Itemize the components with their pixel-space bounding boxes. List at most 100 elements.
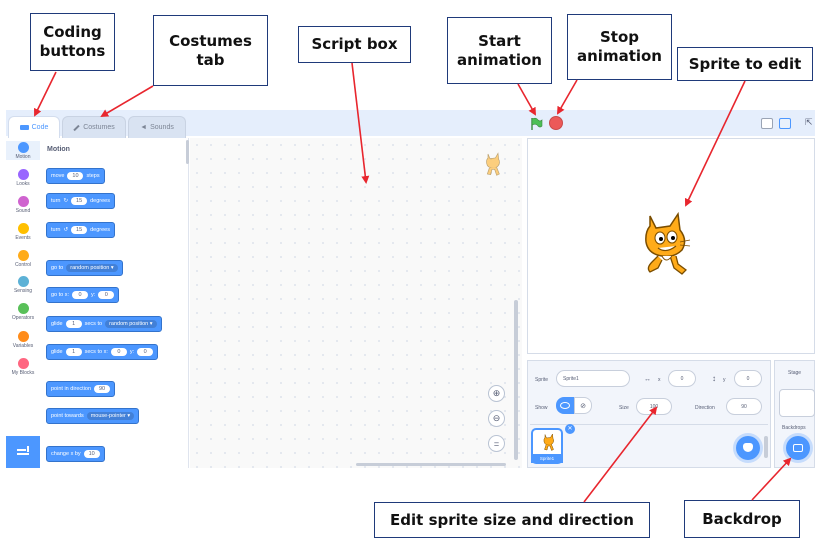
zoom-out-button[interactable]: ⊖ xyxy=(488,410,505,427)
sprite-thumbnail[interactable]: Sprite1 xyxy=(531,428,563,464)
block-text: glide xyxy=(51,321,63,327)
block-move-steps[interactable]: move 10 steps xyxy=(46,168,105,184)
add-sprite-button[interactable] xyxy=(736,436,760,460)
block-go-to[interactable]: go to random position ▾ xyxy=(46,260,123,276)
annotation-text: animation xyxy=(577,47,662,65)
sprite-name-field[interactable]: Sprite1 xyxy=(556,370,630,387)
zoom-in-button[interactable]: ⊕ xyxy=(488,385,505,402)
y-field[interactable]: 0 xyxy=(734,370,762,387)
category-control[interactable]: Control xyxy=(6,250,40,268)
block-glide-xy[interactable]: glide 1 secs to x: 0 y: 0 xyxy=(46,344,159,360)
script-area[interactable] xyxy=(190,138,522,468)
show-label: Show xyxy=(535,405,548,411)
category-label: Operators xyxy=(11,315,35,321)
dropdown-value: random position xyxy=(70,265,110,271)
annotation-costumes-tab: Costumes tab xyxy=(153,15,268,86)
block-input[interactable]: 15 xyxy=(71,197,88,205)
annotation-text: Coding xyxy=(43,23,102,41)
trash-icon: ✕ xyxy=(567,426,573,432)
annotation-text: buttons xyxy=(39,42,106,60)
show-hidden-button[interactable]: ⊘ xyxy=(574,397,592,414)
large-stage-button[interactable] xyxy=(779,118,791,129)
script-scrollbar-vertical[interactable] xyxy=(514,300,518,460)
small-stage-button[interactable] xyxy=(761,118,773,129)
palette-scrollbar[interactable] xyxy=(186,140,189,164)
block-glide-to[interactable]: glide 1 secs to random position ▾ xyxy=(46,316,162,332)
block-point-towards[interactable]: point towards mouse-pointer ▾ xyxy=(46,408,140,424)
category-events[interactable]: Events xyxy=(6,223,40,241)
category-operators[interactable]: Operators xyxy=(6,303,40,321)
block-text: y: xyxy=(91,292,96,298)
block-input[interactable]: 0 xyxy=(110,348,127,356)
block-input[interactable]: 1 xyxy=(65,320,82,328)
annotation-text: Edit sprite size and direction xyxy=(390,510,634,529)
block-point-direction[interactable]: point in direction 90 xyxy=(46,381,116,397)
block-input[interactable]: 10 xyxy=(67,172,84,180)
add-backdrop-button[interactable] xyxy=(786,436,810,460)
category-variables[interactable]: Variables xyxy=(6,331,40,349)
block-input[interactable]: 15 xyxy=(71,226,88,234)
category-dot-icon xyxy=(17,331,29,342)
block-dropdown[interactable]: random position ▾ xyxy=(105,320,157,328)
sprite-label: Sprite xyxy=(535,377,549,383)
fullscreen-icon[interactable]: ⇱ xyxy=(805,117,815,129)
block-input[interactable]: 1 xyxy=(65,348,82,356)
block-text: secs to xyxy=(84,321,103,327)
block-text: degrees xyxy=(90,198,110,204)
block-text: glide xyxy=(51,349,63,355)
tab-code[interactable]: Code xyxy=(8,116,60,138)
script-scrollbar-horizontal[interactable] xyxy=(356,463,506,466)
block-text: point in direction xyxy=(51,386,92,392)
size-field[interactable]: 100 xyxy=(636,398,672,415)
cat-sprite-icon xyxy=(645,211,691,275)
category-label: Sound xyxy=(15,208,31,214)
block-text: turn xyxy=(51,227,61,233)
block-go-to-xy[interactable]: go to x: 0 y: 0 xyxy=(46,287,120,303)
block-input[interactable]: 0 xyxy=(72,291,89,299)
block-dropdown[interactable]: mouse-pointer ▾ xyxy=(86,412,135,420)
sprite-list-scrollbar[interactable] xyxy=(764,436,768,458)
annotation-coding-buttons: Coding buttons xyxy=(30,13,115,71)
tab-sounds-label: Sounds xyxy=(150,124,174,131)
annotation-text: Backdrop xyxy=(702,509,782,528)
show-visible-button[interactable] xyxy=(556,397,574,414)
category-sensing[interactable]: Sensing xyxy=(6,276,40,294)
block-change-x[interactable]: change x by 10 xyxy=(46,446,105,462)
x-field[interactable]: 0 xyxy=(668,370,696,387)
block-turn-right[interactable]: turn ↻ 15 degrees xyxy=(46,193,115,209)
direction-label: Direction xyxy=(695,405,715,411)
zoom-reset-button[interactable]: = xyxy=(488,435,505,452)
cat-thumbnail-icon xyxy=(543,433,554,451)
category-my-blocks[interactable]: My Blocks xyxy=(6,358,40,376)
block-input[interactable]: 90 xyxy=(94,385,111,393)
stop-button[interactable] xyxy=(549,116,563,130)
tab-sounds[interactable]: ◄ Sounds xyxy=(128,116,186,138)
block-text: move xyxy=(51,173,65,179)
category-dot-icon xyxy=(17,358,29,369)
annotation-text: Stop xyxy=(599,28,640,46)
category-looks[interactable]: Looks xyxy=(6,169,40,187)
tab-costumes[interactable]: Costumes xyxy=(62,116,126,138)
direction-field[interactable]: 90 xyxy=(726,398,762,415)
annotation-sprite-to-edit: Sprite to edit xyxy=(677,47,813,81)
block-turn-left[interactable]: turn ↺ 15 degrees xyxy=(46,222,115,238)
zoom-in-icon: ⊕ xyxy=(492,388,501,398)
green-flag-button[interactable] xyxy=(529,117,543,131)
category-dot-icon xyxy=(17,276,29,287)
image-add-icon xyxy=(793,444,803,452)
eye-slash-icon: ⊘ xyxy=(580,402,586,410)
add-extension-button[interactable] xyxy=(6,436,40,468)
block-input[interactable]: 10 xyxy=(83,450,100,458)
annotation-text: Script box xyxy=(311,35,398,53)
code-icon xyxy=(19,125,29,130)
category-dot-icon xyxy=(17,196,29,207)
block-dropdown[interactable]: random position ▾ xyxy=(66,264,118,272)
delete-sprite-button[interactable]: ✕ xyxy=(565,424,575,434)
block-input[interactable]: 0 xyxy=(98,291,115,299)
stage-thumbnail[interactable] xyxy=(779,389,815,417)
block-input[interactable]: 0 xyxy=(137,348,154,356)
category-sound[interactable]: Sound xyxy=(6,196,40,214)
category-label: Events xyxy=(15,235,31,241)
category-motion[interactable]: Motion xyxy=(6,141,40,160)
cat-sprite[interactable] xyxy=(636,211,692,278)
